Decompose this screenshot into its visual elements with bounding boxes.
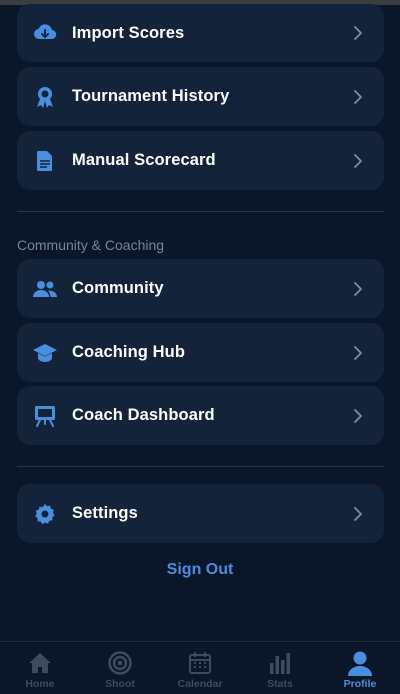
tab-profile[interactable]: Profile	[320, 642, 400, 694]
menu-item-label: Import Scores	[72, 23, 185, 42]
menu-item-label: Settings	[72, 504, 138, 522]
chevron-right-icon	[352, 506, 364, 522]
home-icon	[27, 650, 53, 676]
chevron-right-icon	[352, 25, 364, 41]
menu-item-label: Manual Scorecard	[72, 151, 216, 169]
tab-label: Calendar	[177, 678, 223, 690]
menu-item-community[interactable]: Community	[17, 259, 384, 318]
menu-item-label: Community	[72, 279, 164, 297]
tab-label: Profile	[343, 678, 377, 690]
sign-out-button[interactable]: Sign Out	[0, 561, 400, 579]
tab-label: Stats	[267, 678, 293, 690]
tab-label: Shoot	[105, 678, 135, 690]
chevron-right-icon	[352, 345, 364, 361]
chevron-right-icon	[352, 89, 364, 105]
target-icon	[107, 650, 133, 676]
divider	[17, 211, 384, 212]
chevron-right-icon	[352, 153, 364, 169]
easel-icon	[33, 404, 57, 428]
menu-item-manual-scorecard[interactable]: Manual Scorecard	[17, 131, 384, 190]
tab-label: Home	[25, 678, 55, 690]
people-icon	[33, 277, 57, 301]
person-icon	[347, 650, 373, 676]
menu-item-coach-dashboard[interactable]: Coach Dashboard	[17, 386, 384, 445]
award-ribbon-icon	[33, 85, 57, 109]
chevron-right-icon	[352, 408, 364, 424]
tab-calendar[interactable]: Calendar	[160, 642, 240, 694]
graduation-cap-icon	[33, 341, 57, 365]
tab-home[interactable]: Home	[0, 642, 80, 694]
tab-shoot[interactable]: Shoot	[80, 642, 160, 694]
document-icon	[33, 149, 57, 173]
tab-stats[interactable]: Stats	[240, 642, 320, 694]
menu-item-label: Coach Dashboard	[72, 406, 215, 424]
menu-item-tournament-history[interactable]: Tournament History	[17, 67, 384, 126]
divider	[17, 466, 384, 467]
section-title: Community & Coaching	[17, 237, 165, 253]
bar-chart-icon	[267, 650, 293, 676]
menu-item-label: Tournament History	[72, 87, 230, 105]
menu-item-import-scores[interactable]: Import Scores	[17, 4, 384, 62]
calendar-icon	[187, 650, 213, 676]
gear-icon	[33, 502, 57, 526]
chevron-right-icon	[352, 281, 364, 297]
menu-item-coaching-hub[interactable]: Coaching Hub	[17, 323, 384, 382]
menu-item-label: Coaching Hub	[72, 343, 186, 361]
menu-item-settings[interactable]: Settings	[17, 484, 384, 543]
cloud-download-icon	[33, 21, 57, 45]
tab-bar: Home Shoot Calendar Stats Profile	[0, 641, 400, 693]
